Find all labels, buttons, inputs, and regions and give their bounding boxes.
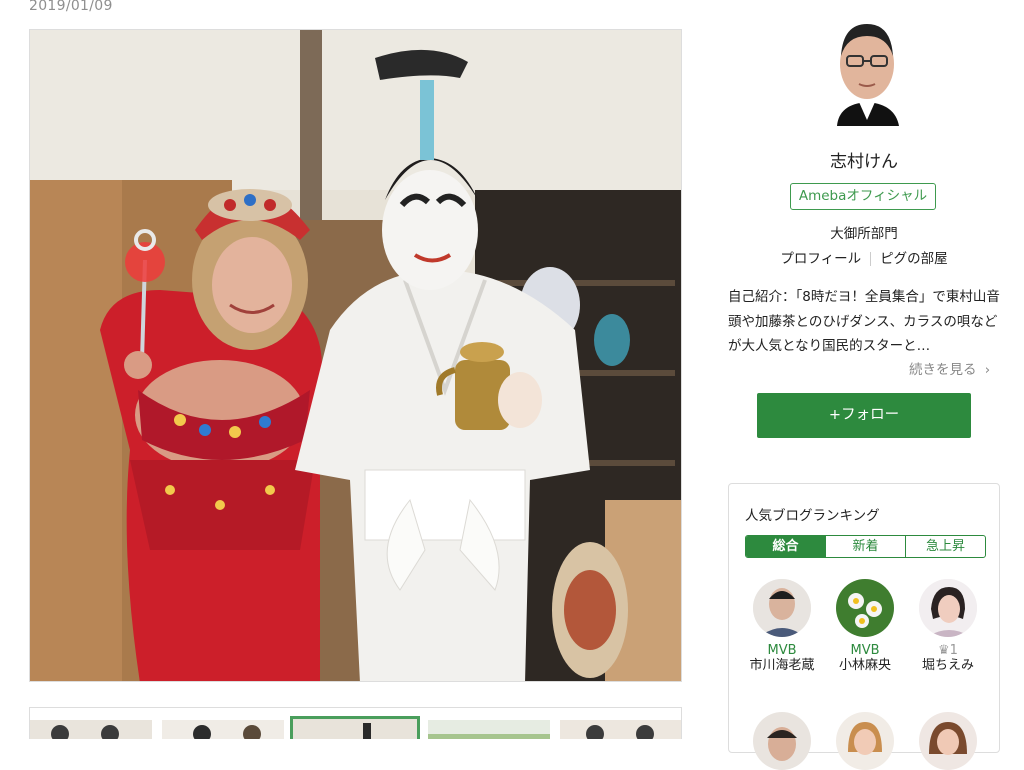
read-more-label: 続きを見る <box>909 362 977 378</box>
follow-button[interactable]: +フォロー <box>757 393 971 438</box>
blogger-name[interactable]: 志村けん <box>728 147 1000 172</box>
thumbnail-2[interactable] <box>162 720 284 739</box>
chevron-right-icon: › <box>984 362 991 378</box>
rank-avatar-1 <box>753 579 811 637</box>
thumbnail-1[interactable] <box>30 720 152 739</box>
blogger-avatar[interactable] <box>829 16 905 126</box>
read-more-link[interactable]: 続きを見る › <box>909 358 990 378</box>
rank-badge-3: ♛1 <box>938 643 958 658</box>
profile-link[interactable]: プロフィール <box>780 251 861 267</box>
rank-name-1: 市川海老蔵 <box>749 658 815 673</box>
ranking-tabs: 総合 新着 急上昇 <box>745 535 986 558</box>
rank-item-2[interactable]: MVB 小林麻央 <box>830 579 900 673</box>
department-label[interactable]: 大御所部門 <box>728 222 1000 242</box>
rank-badge-1: MVB <box>767 643 797 658</box>
tab-new[interactable]: 新着 <box>826 536 906 557</box>
rank-avatar-2 <box>836 579 894 637</box>
tab-rising[interactable]: 急上昇 <box>906 536 985 557</box>
rank-item-3[interactable]: ♛1 堀ちえみ <box>913 579 983 673</box>
rank-avatar-5[interactable] <box>836 712 894 770</box>
thumbnail-4[interactable] <box>428 720 550 739</box>
rank-avatar-4[interactable] <box>753 712 811 770</box>
rank-avatar-3 <box>919 579 977 637</box>
intro-text: 自己紹介：「8時だヨ！全員集合」で東村山音頭や加藤茶とのひげダンス、カラスの唄な… <box>728 289 1000 354</box>
main-photo[interactable] <box>29 29 682 682</box>
thumbnail-strip <box>29 707 682 739</box>
rank-item-1[interactable]: MVB 市川海老蔵 <box>747 579 817 673</box>
thumbnail-5[interactable] <box>560 720 681 739</box>
rank-avatar-6[interactable] <box>919 712 977 770</box>
link-divider <box>870 252 872 266</box>
rank-name-3: 堀ちえみ <box>921 658 974 673</box>
tab-overall[interactable]: 総合 <box>746 536 826 557</box>
ranking-panel: 人気ブログランキング 総合 新着 急上昇 MVB 市川海老蔵 MVB 小林麻央 … <box>728 483 1000 770</box>
rank-badge-2: MVB <box>850 643 880 658</box>
official-badge[interactable]: Amebaオフィシャル <box>790 183 936 210</box>
post-date: 2019/01/09 <box>29 0 113 14</box>
photo-illustration <box>30 30 681 681</box>
rank-name-2: 小林麻央 <box>838 658 891 673</box>
ranking-title: 人気ブログランキング <box>745 508 880 524</box>
thumbnail-3-selected[interactable] <box>290 716 420 739</box>
pigg-room-link[interactable]: ピグの部屋 <box>880 251 948 267</box>
profile-links: プロフィール ピグの部屋 <box>728 247 1000 267</box>
